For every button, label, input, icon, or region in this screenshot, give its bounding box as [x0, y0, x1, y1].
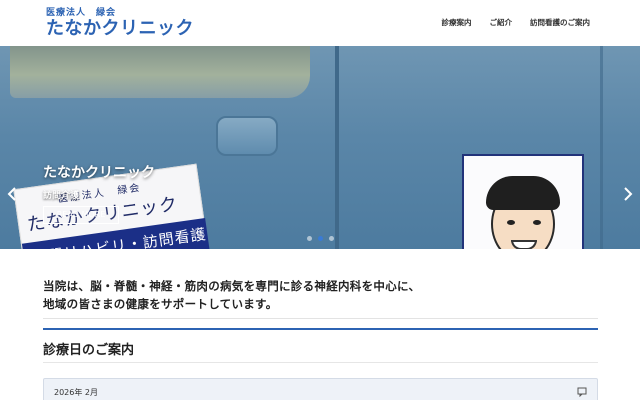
nav-item-services[interactable]: 診療案内 — [442, 17, 472, 28]
slider-dots — [0, 236, 640, 241]
site-logo[interactable]: 医療法人 緑会 たなかクリニック — [46, 8, 194, 39]
schedule-title-underline — [43, 362, 598, 363]
slider-dot[interactable] — [317, 236, 323, 241]
car-window-image — [10, 46, 310, 98]
section-accent-line — [43, 328, 598, 330]
comment-icon[interactable] — [577, 387, 587, 397]
chevron-left-icon — [7, 187, 16, 201]
logo-title: たなかクリニック — [46, 18, 194, 39]
hero-subtitle: 訪問介護 — [43, 191, 80, 201]
site-header: 医療法人 緑会 たなかクリニック 診療案内 ご紹介 訪問看護のご案内 — [0, 0, 640, 46]
hero-slider: 医療法人 緑会 たなかクリニック 訪問リハビリ・訪問看護 たなかクリニック 訪問… — [0, 46, 640, 249]
slider-prev-button[interactable] — [6, 186, 18, 202]
car-door-seam-right — [600, 46, 603, 249]
calendar-card: 2026年 2月 — [43, 378, 598, 400]
intro-line-2: 地域の皆さまの健康をサポートしています。 — [43, 297, 278, 311]
nav-item-home-nursing[interactable]: 訪問看護のご案内 — [530, 17, 590, 28]
hero-title: たなかクリニック — [43, 165, 155, 181]
read-more-button[interactable]: READ MORE — [43, 206, 119, 224]
nav-item-about[interactable]: ご紹介 — [490, 17, 513, 28]
slider-dot[interactable] — [328, 236, 334, 241]
main-nav: 診療案内 ご紹介 訪問看護のご案内 — [442, 17, 591, 28]
portrait-mouth — [511, 240, 537, 249]
doctor-portrait-illustration — [462, 154, 584, 249]
chevron-right-icon — [624, 187, 633, 201]
slider-dot[interactable] — [306, 236, 312, 241]
portrait-left-eye — [507, 220, 515, 225]
slider-next-button[interactable] — [622, 186, 634, 202]
schedule-title: 診療日のご案内 — [43, 343, 135, 358]
portrait-hair — [486, 176, 560, 210]
car-door-handle-image — [216, 116, 278, 156]
intro-text: 当院は、脳・脊髄・神経・筋肉の病気を専門に診る神経内科を中心に、 地域の皆さまの… — [43, 277, 598, 313]
section-divider — [43, 318, 598, 319]
portrait-right-eye — [533, 220, 541, 225]
car-door-seam — [335, 46, 339, 249]
intro-line-1: 当院は、脳・脊髄・神経・筋肉の病気を専門に診る神経内科を中心に、 — [43, 279, 421, 293]
calendar-month: 2026年 2月 — [54, 388, 98, 397]
